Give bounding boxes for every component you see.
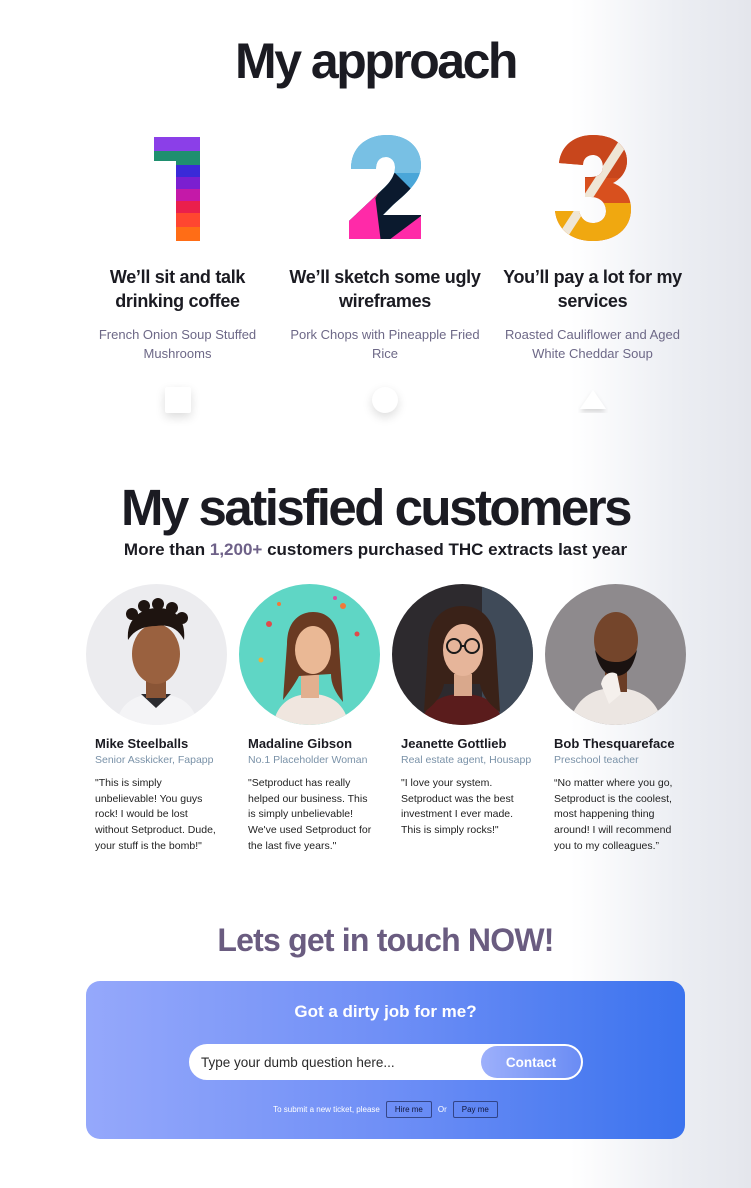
testimonial-name: Madaline Gibson [248, 736, 353, 751]
step-2-title: We’ll sketch some ugly wireframes [289, 267, 481, 311]
contact-card: Got a dirty job for me? Contact To submi… [86, 981, 685, 1139]
square-shape-icon [164, 387, 191, 413]
customers-title: My satisfied customers [120, 479, 633, 536]
customers-subtitle-start: More than [123, 540, 210, 559]
testimonial-role: Real estate agent, Housapp [401, 754, 532, 766]
step-3-title: You’ll pay a lot for my services [503, 267, 682, 311]
testimonials: Mike Steelballs Senior Asskicker, Fapapp… [86, 584, 686, 855]
approach-steps: We’ll sit and talk drinking coffee Frenc… [80, 130, 690, 415]
step-1: We’ll sit and talk drinking coffee Frenc… [80, 130, 275, 415]
step-1-subtitle: French Onion Soup Stuffed Mushrooms [98, 327, 257, 361]
hire-me-button[interactable]: Hire me [385, 1101, 432, 1118]
avatar [392, 584, 533, 725]
triangle-shape-icon [579, 390, 606, 409]
circle-shape-icon [372, 387, 398, 413]
step-number-3-graphic [495, 130, 690, 245]
approach-title: My approach [235, 33, 518, 89]
testimonial-quote: "I love your system. Setproduct was the … [401, 777, 514, 837]
ticket-text: To submit a new ticket, please [273, 1105, 380, 1114]
testimonial-card: Mike Steelballs Senior Asskicker, Fapapp… [86, 584, 227, 855]
step-number-1-graphic [80, 130, 275, 245]
testimonial-card: Jeanette Gottlieb Real estate agent, Hou… [392, 584, 533, 855]
step-2: We’ll sketch some ugly wireframes Pork C… [288, 130, 483, 415]
number-two-icon [349, 134, 421, 239]
testimonial-role: Preschool teacher [554, 754, 639, 766]
step-number-2-graphic [288, 130, 483, 245]
customers-subtitle-end: customers purchased THC extracts last ye… [262, 540, 628, 559]
testimonial-role: No.1 Placeholder Woman [248, 754, 368, 766]
customers-subtitle: More than 1,200+ customers purchased THC… [0, 540, 751, 560]
question-input[interactable] [201, 1046, 471, 1078]
number-one-icon [153, 136, 200, 241]
testimonial-role: Senior Asskicker, Fapapp [95, 754, 214, 766]
testimonial-name: Jeanette Gottlieb [401, 736, 507, 751]
avatar [239, 584, 380, 725]
customers-count-highlight: 1,200+ [209, 540, 263, 559]
testimonial-quote: "This is simply unbelievable! You guys r… [95, 777, 216, 852]
step-3: You’ll pay a lot for my services Roasted… [495, 130, 690, 415]
or-text: Or [437, 1105, 447, 1114]
number-three-icon [554, 134, 631, 241]
contact-button[interactable]: Contact [481, 1046, 581, 1078]
testimonial-card: Madaline Gibson No.1 Placeholder Woman "… [239, 584, 380, 855]
step-2-subtitle: Pork Chops with Pineapple Fried Rice [290, 327, 480, 361]
testimonial-name: Bob Thesquareface [554, 736, 675, 751]
testimonial-name: Mike Steelballs [95, 736, 189, 751]
ticket-row: To submit a new ticket, please Hire me O… [86, 1101, 685, 1118]
step-3-subtitle: Roasted Cauliflower and Aged White Chedd… [505, 327, 680, 361]
testimonial-quote: "Setproduct has really helped our busine… [248, 777, 372, 852]
testimonial-card: Bob Thesquareface Preschool teacher “No … [545, 584, 686, 855]
contact-form: Contact [189, 1044, 583, 1080]
step-1-title: We’ll sit and talk drinking coffee [109, 267, 246, 311]
contact-title: Lets get in touch NOW! [217, 922, 554, 958]
testimonial-quote: “No matter where you go, Setproduct is t… [554, 777, 673, 852]
avatar [86, 584, 227, 725]
avatar [545, 584, 686, 725]
pay-me-button[interactable]: Pay me [452, 1101, 498, 1118]
contact-card-title: Got a dirty job for me? [294, 1002, 477, 1021]
